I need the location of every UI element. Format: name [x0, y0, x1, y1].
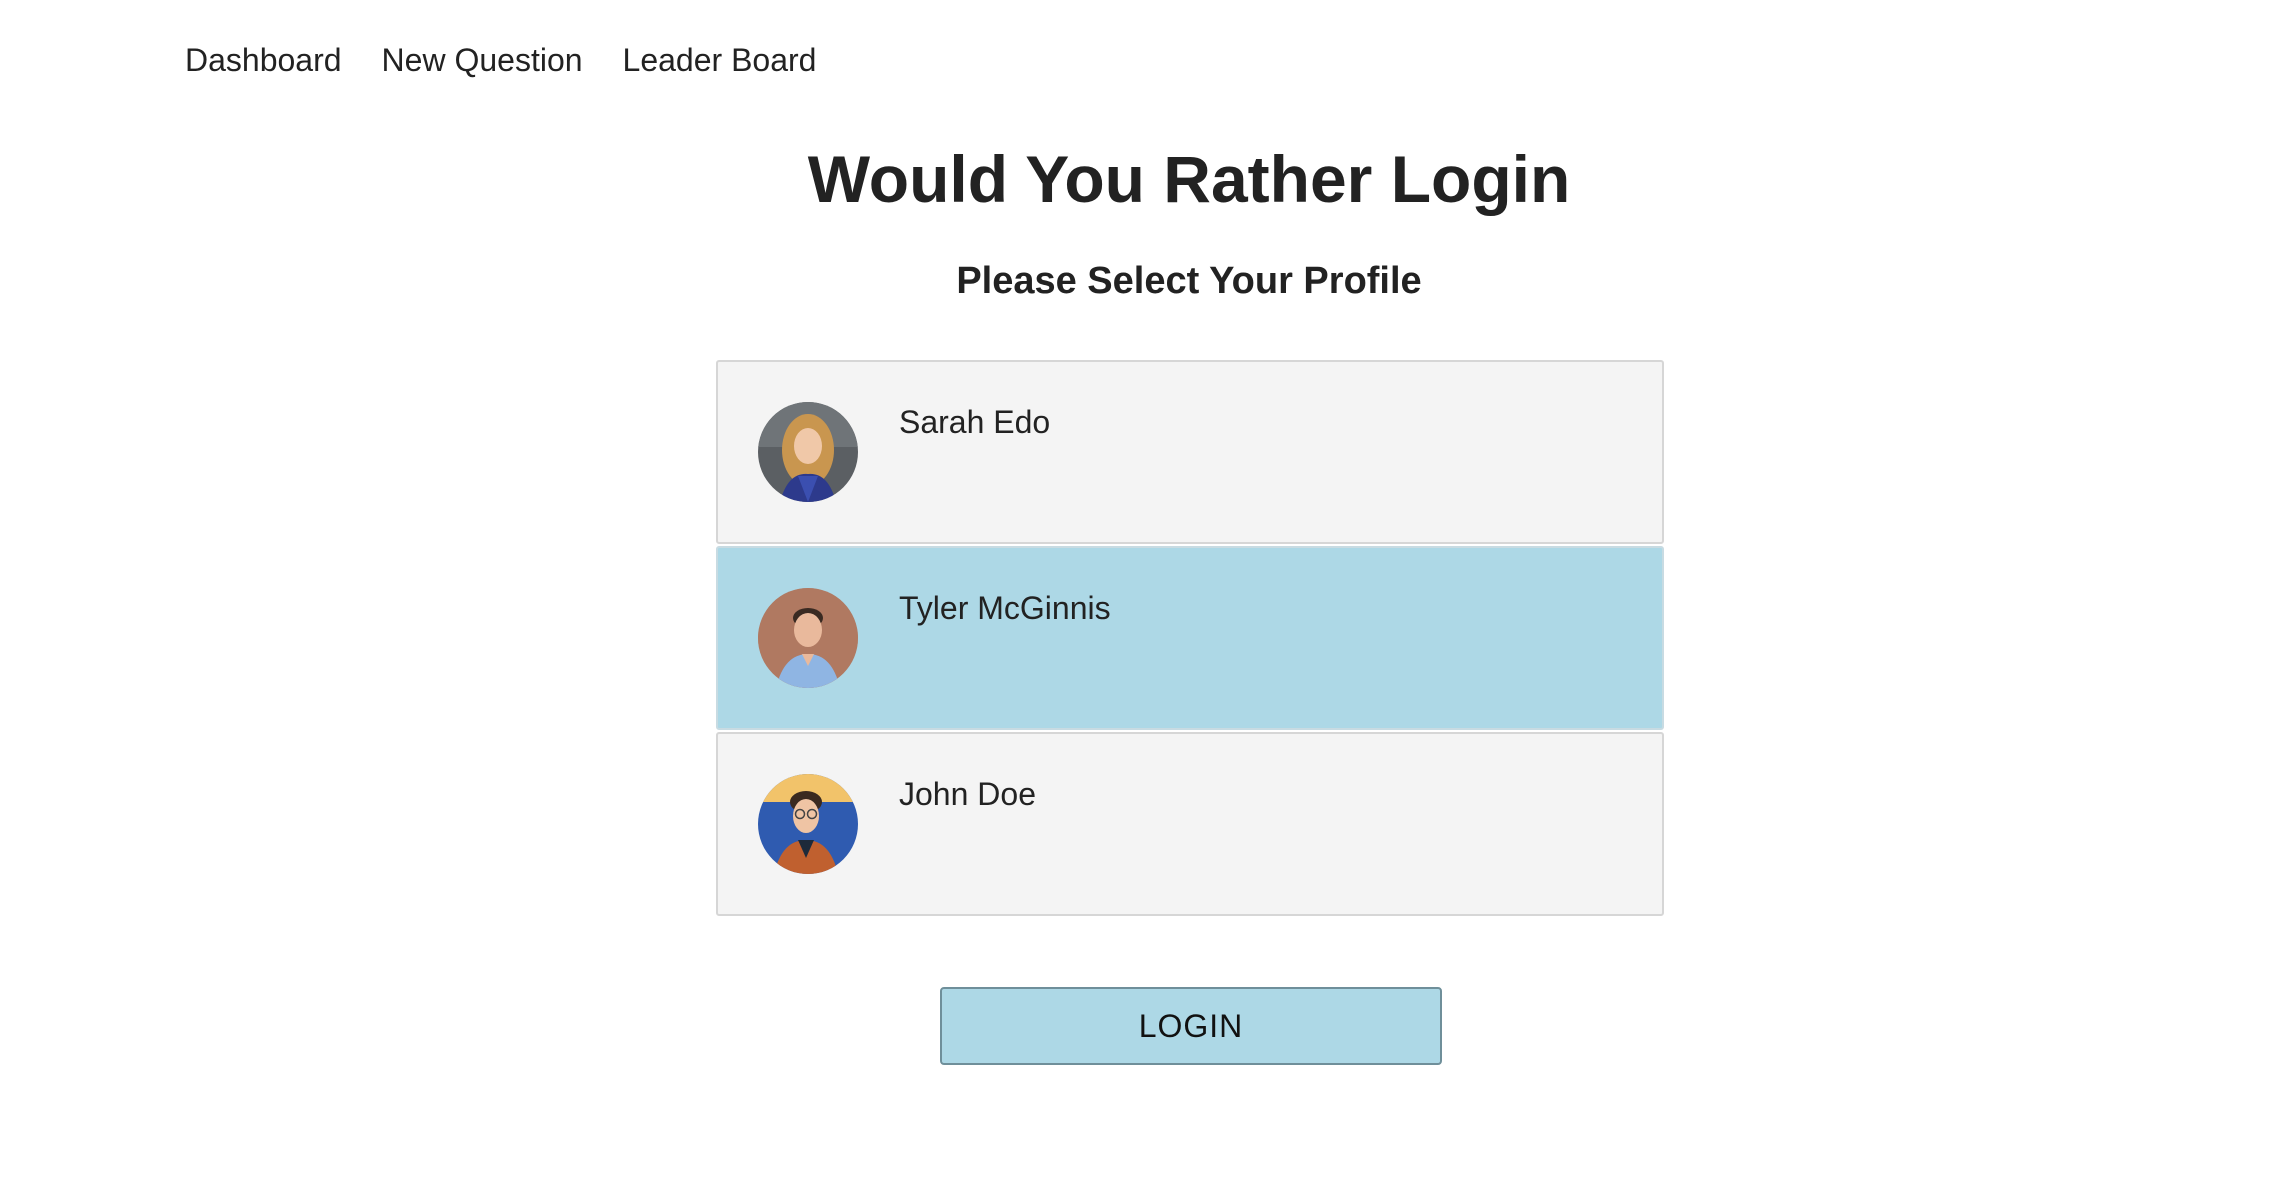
top-nav: Dashboard New Question Leader Board — [185, 38, 856, 82]
avatar — [758, 588, 858, 688]
page-title: Would You Rather Login — [807, 142, 1571, 216]
page-subtitle: Please Select Your Profile — [956, 260, 1422, 302]
profile-name: Sarah Edo — [899, 404, 1051, 440]
profile-card-sarah-edo[interactable]: Sarah Edo — [716, 360, 1664, 544]
profile-name: Tyler McGinnis — [899, 590, 1111, 626]
profile-name: John Doe — [899, 776, 1036, 812]
profile-card-john-doe[interactable]: John Doe — [716, 732, 1664, 916]
avatar-photo-sarah-icon — [758, 402, 858, 502]
nav-item-dashboard[interactable]: Dashboard — [185, 38, 342, 82]
avatar — [758, 774, 858, 874]
nav-item-leader-board[interactable]: Leader Board — [623, 38, 817, 82]
login-button[interactable]: LOGIN — [940, 987, 1442, 1065]
login-page: Dashboard New Question Leader Board Woul… — [0, 0, 2276, 1200]
profile-list: Sarah Edo Tyler McGinnis John Doe — [716, 360, 1664, 918]
avatar — [758, 402, 858, 502]
avatar-photo-john-icon — [758, 774, 858, 874]
nav-item-new-question[interactable]: New Question — [382, 38, 583, 82]
profile-card-tyler-mcginnis[interactable]: Tyler McGinnis — [716, 546, 1664, 730]
avatar-photo-tyler-icon — [758, 588, 858, 688]
